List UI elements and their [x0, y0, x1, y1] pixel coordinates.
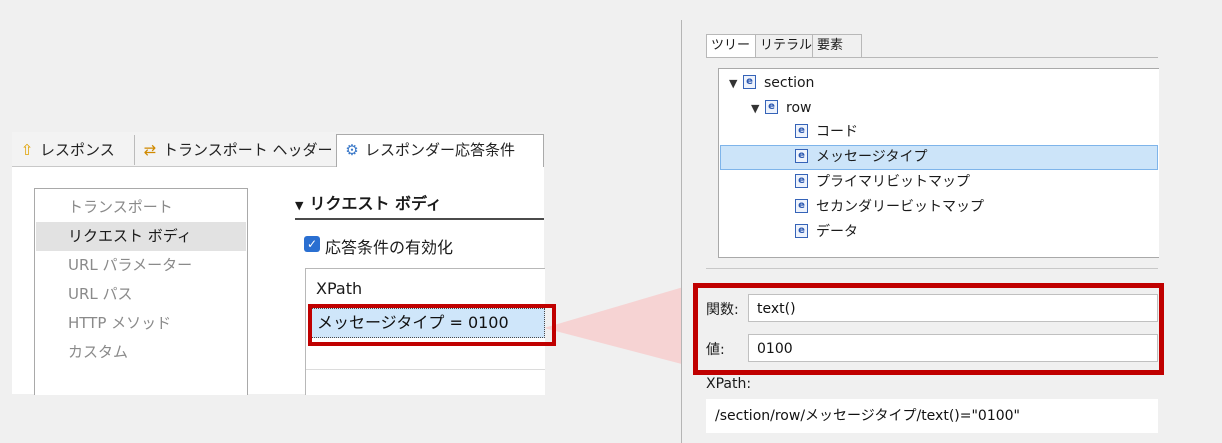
chevron-down-icon[interactable]: ▼ — [729, 71, 743, 96]
panel-divider — [706, 268, 1158, 269]
tree-node-primary-bitmap[interactable]: e プライマリビットマップ — [795, 170, 970, 195]
enable-condition-checkbox[interactable]: ✓ — [304, 236, 320, 252]
condition-category-list: トランスポート リクエスト ボディ URL パラメーター URL パス HTTP… — [34, 188, 248, 395]
responder-gear-icon: ⚙ — [345, 141, 359, 159]
tree-node-label: row — [786, 100, 812, 116]
nav-item-url-parameter[interactable]: URL パラメーター — [36, 251, 246, 280]
response-arrow-icon: ⇧ — [20, 141, 34, 159]
xpath-result-value: /section/row/メッセージタイプ/text()="0100" — [706, 399, 1158, 433]
enable-condition-label: 応答条件の有効化 — [325, 238, 454, 257]
xpath-editor-panel: ツリー リテラル 要素 ▼ e section ▼ e row e コード e メッセージタ… — [681, 20, 1164, 443]
tree-node-label: メッセージタイプ — [816, 149, 928, 165]
nav-item-custom[interactable]: カスタム — [36, 338, 246, 367]
section-divider — [295, 218, 544, 220]
tree-node-row[interactable]: ▼ e row — [751, 96, 811, 121]
tab-response[interactable]: ⇧ レスポンス — [12, 135, 136, 165]
tree-node-label: データ — [816, 224, 858, 240]
element-icon: e — [765, 100, 778, 114]
nav-item-transport[interactable]: トランスポート — [36, 193, 246, 222]
tab-responder-condition[interactable]: ⚙ レスポンダー応答条件 — [336, 134, 544, 167]
tree-node-label: セカンダリービットマップ — [816, 199, 984, 215]
highlight-box-right — [693, 283, 1164, 375]
element-icon: e — [795, 174, 808, 188]
tree-node-label: section — [764, 75, 815, 91]
tree-node-label: コード — [816, 124, 858, 140]
tree-node-data[interactable]: e データ — [795, 220, 858, 245]
tree-node-message-type[interactable]: e メッセージタイプ — [795, 145, 927, 170]
tab-label: レスポンス — [40, 141, 115, 159]
tree-selection-highlight — [720, 145, 1158, 170]
responder-condition-panel: ⇧ レスポンス ⇄ トランスポート ヘッダー ⚙ レスポンダー応答条件 トランスポート… — [12, 132, 556, 395]
nav-item-request-body[interactable]: リクエスト ボディ — [36, 222, 246, 251]
element-icon: e — [795, 149, 808, 163]
element-icon: e — [743, 75, 756, 89]
tab-label: レスポンダー応答条件 — [365, 141, 516, 159]
tab-element[interactable]: 要素 — [812, 34, 862, 58]
tab-transport-header[interactable]: ⇄ トランスポート ヘッダー — [134, 135, 341, 165]
element-tree: ▼ e section ▼ e row e コード e メッセージタイプ e プライマリビット… — [718, 68, 1159, 258]
transport-arrows-icon: ⇄ — [143, 141, 157, 159]
table-divider — [306, 369, 545, 370]
section-title: リクエスト ボディ — [309, 194, 442, 213]
element-icon: e — [795, 224, 808, 238]
nav-item-http-method[interactable]: HTTP メソッド — [36, 309, 246, 338]
tab-literal[interactable]: リテラル — [755, 34, 819, 58]
element-icon: e — [795, 124, 808, 138]
tree-node-section[interactable]: ▼ e section — [729, 71, 814, 96]
tab-tree[interactable]: ツリー — [706, 34, 761, 58]
tree-node-secondary-bitmap[interactable]: e セカンダリービットマップ — [795, 195, 984, 220]
tree-node-code[interactable]: e コード — [795, 120, 858, 145]
xpath-column-header: XPath — [316, 279, 363, 298]
tab-label: トランスポート ヘッダー — [163, 141, 333, 159]
tab-bar: ⇧ レスポンス ⇄ トランスポート ヘッダー ⚙ レスポンダー応答条件 — [12, 132, 544, 167]
highlight-box-left — [308, 304, 556, 346]
nav-item-url-path[interactable]: URL パス — [36, 280, 246, 309]
collapse-triangle-icon: ▼ — [295, 199, 304, 212]
tab-underline — [706, 57, 1158, 58]
chevron-down-icon[interactable]: ▼ — [751, 96, 765, 121]
element-icon: e — [795, 199, 808, 213]
tree-node-label: プライマリビットマップ — [816, 174, 970, 190]
section-header[interactable]: ▼ リクエスト ボディ — [295, 190, 442, 214]
xpath-result-label: XPath: — [706, 376, 752, 392]
